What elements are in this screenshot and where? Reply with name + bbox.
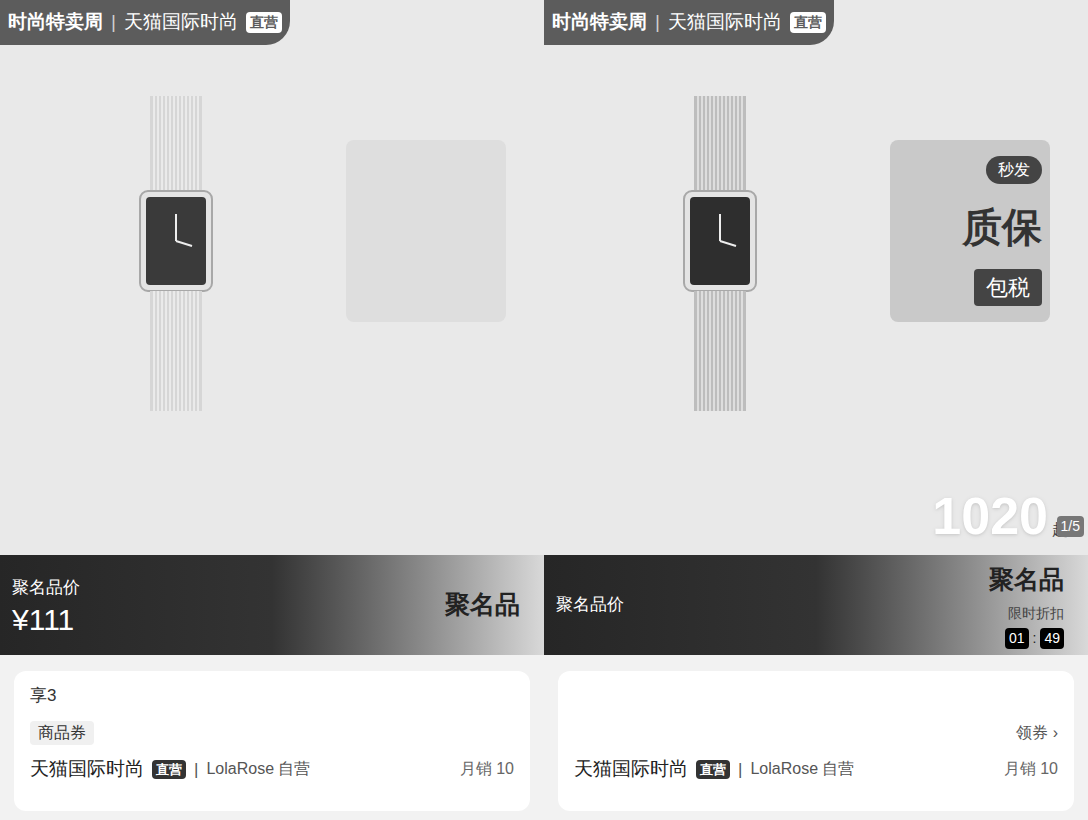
channel-badge: 时尚特卖周|天猫国际时尚直营 xyxy=(0,0,290,45)
product-panel[interactable]: 时尚特卖周|天猫国际时尚直营聚名品价¥111聚名品享3商品券天猫国际时尚直营|L… xyxy=(0,0,544,820)
price-band: 聚名品价¥111聚名品 xyxy=(0,555,544,655)
watch-icon xyxy=(680,96,760,416)
feature-overlay xyxy=(346,140,506,322)
product-image[interactable]: 时尚特卖周|天猫国际时尚直营 xyxy=(0,0,544,555)
countdown: 01:49 xyxy=(1005,628,1064,649)
store-row[interactable]: 天猫国际时尚直营|LolaRose 自营月销 10 xyxy=(574,755,1058,784)
feature-overlay: 秒发质保包税 xyxy=(890,140,1050,322)
watch-icon xyxy=(136,96,216,416)
info-card[interactable]: 享3商品券天猫国际时尚直营|LolaRose 自营月销 10 xyxy=(14,671,530,811)
product-panel[interactable]: 时尚特卖周|天猫国际时尚直营秒发质保包税 1020起1/5 聚名品价聚名品限时折扣0… xyxy=(544,0,1088,820)
store-row[interactable]: 天猫国际时尚直营|LolaRose 自营月销 10 xyxy=(30,755,514,784)
coupon-tag[interactable]: 商品券 xyxy=(30,721,94,745)
product-image[interactable]: 时尚特卖周|天猫国际时尚直营秒发质保包税 1020起1/5 xyxy=(544,0,1088,555)
comparison-view: 时尚特卖周|天猫国际时尚直营聚名品价¥111聚名品享3商品券天猫国际时尚直营|L… xyxy=(0,0,1088,820)
coupon-button[interactable]: 领券 › xyxy=(1016,721,1058,745)
price-banner: 1020起 xyxy=(932,490,1068,542)
channel-badge: 时尚特卖周|天猫国际时尚直营 xyxy=(544,0,834,45)
info-card[interactable]: 领券 › 天猫国际时尚直营|LolaRose 自营月销 10 xyxy=(558,671,1074,811)
price-band: 聚名品价聚名品限时折扣01:49 xyxy=(544,555,1088,655)
image-pager: 1/5 xyxy=(1057,516,1084,537)
